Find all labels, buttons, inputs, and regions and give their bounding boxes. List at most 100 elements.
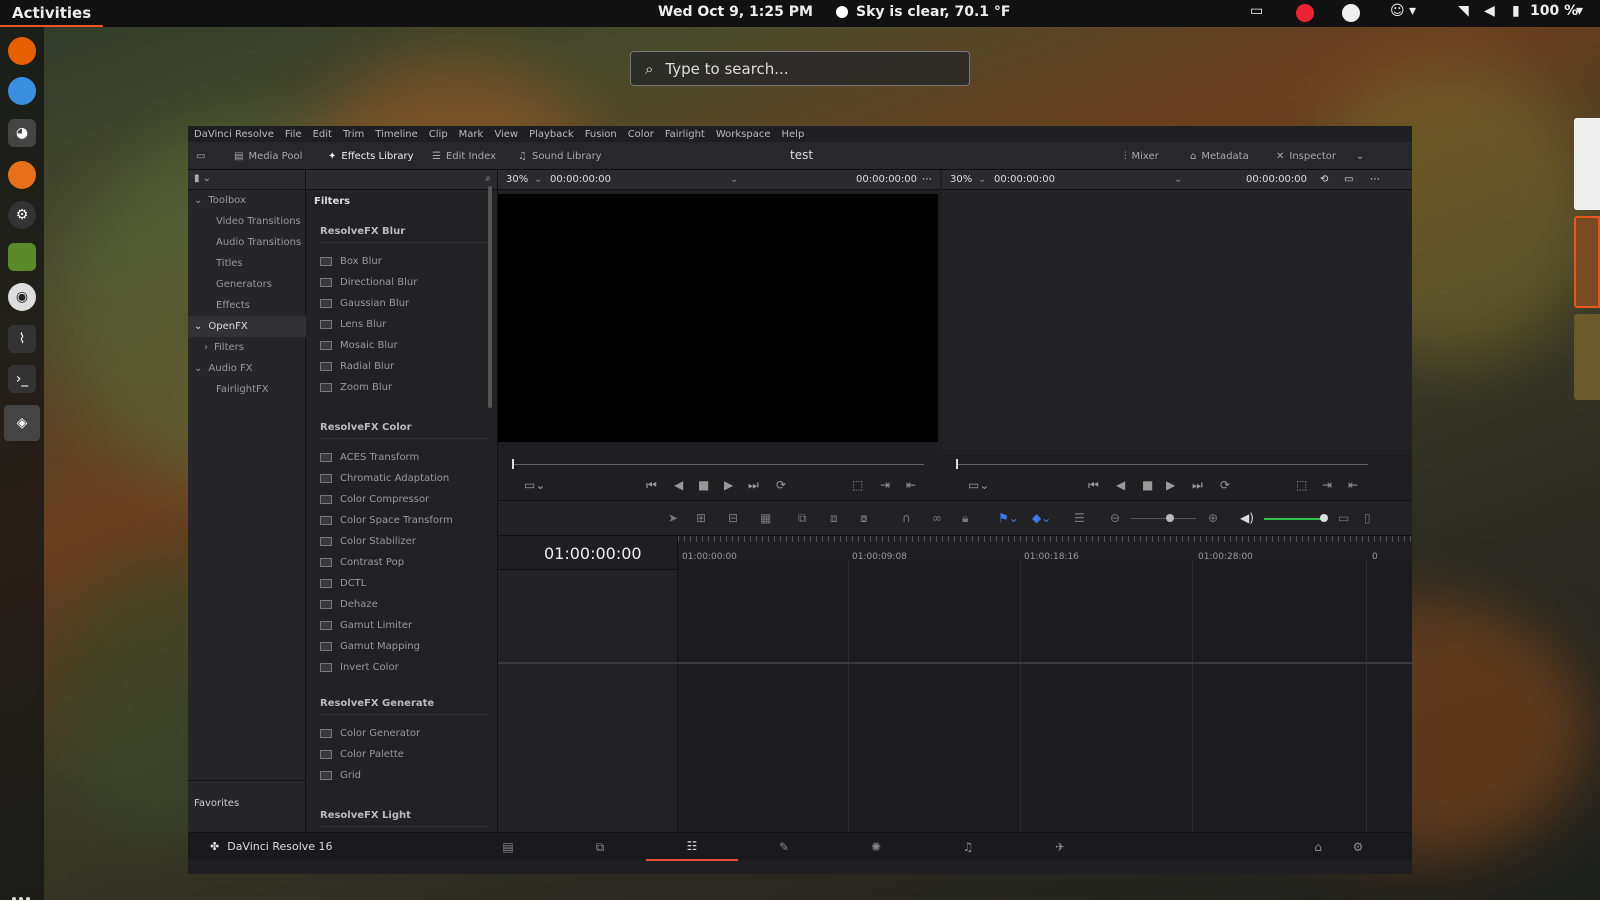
fx-item[interactable]: Invert Color	[320, 657, 488, 677]
metadata-button[interactable]: ⌂ Metadata	[1190, 148, 1249, 164]
fx-item[interactable]: Gamut Mapping	[320, 636, 488, 656]
volume-icon[interactable]: ◀)	[1240, 511, 1254, 525]
clock[interactable]: Wed Oct 9, 1:25 PM	[658, 4, 813, 20]
fx-item[interactable]: Box Blur	[320, 251, 488, 271]
zoom-slider-handle[interactable]	[1166, 514, 1174, 522]
blade-tool-icon[interactable]: ▦	[760, 511, 771, 525]
mark-in-icon[interactable]: ⇥	[1322, 478, 1332, 492]
jump-start-icon[interactable]: ⏮	[646, 478, 657, 493]
tray-record-icon[interactable]	[1296, 4, 1314, 22]
mark-in-icon[interactable]: ⇥	[880, 478, 890, 492]
menu-clip[interactable]: Clip	[429, 129, 448, 140]
tray-m-icon[interactable]	[1342, 4, 1360, 22]
audio-meter-icon[interactable]: ▯	[1364, 511, 1371, 525]
search-box[interactable]: ⌕ Type to search...	[630, 51, 970, 86]
video-audio-divider[interactable]	[498, 662, 1412, 664]
davinci-resolve-icon[interactable]: ◈	[4, 405, 40, 441]
chevron-down-icon[interactable]: ⌄	[1174, 174, 1182, 185]
more-options-icon[interactable]: ⋯	[922, 174, 932, 185]
firefox-icon[interactable]	[8, 37, 36, 65]
menu-help[interactable]: Help	[782, 129, 805, 140]
jump-end-icon[interactable]: ⏭	[748, 478, 759, 493]
snapping-icon[interactable]: ∩	[902, 511, 911, 525]
tab-cut-page[interactable]: ⧉	[554, 833, 646, 861]
media-pool-button[interactable]: ▤ Media Pool	[234, 148, 302, 164]
overwrite-clip-icon[interactable]: ⧈	[830, 511, 838, 526]
gitkraken-icon[interactable]: ◕	[8, 119, 36, 147]
sync-icon[interactable]: ⟲	[1320, 174, 1328, 185]
workspace-thumbnail[interactable]	[1574, 216, 1600, 308]
source-playhead[interactable]	[512, 459, 514, 469]
menu-mark[interactable]: Mark	[459, 129, 484, 140]
fx-item[interactable]: Lens Blur	[320, 314, 488, 334]
inspector-button[interactable]: ✕ Inspector	[1276, 148, 1336, 164]
tab-media-page[interactable]: ▤	[462, 833, 554, 861]
loop-icon[interactable]: ⟳	[1220, 478, 1230, 492]
insert-clip-icon[interactable]: ⧉	[798, 511, 807, 526]
fx-item[interactable]: Directional Blur	[320, 272, 488, 292]
search-input[interactable]: Type to search...	[665, 60, 788, 78]
stop-icon[interactable]: ■	[698, 478, 709, 492]
edit-index-button[interactable]: ☰ Edit Index	[432, 148, 496, 164]
fx-item[interactable]: Color Space Transform	[320, 510, 488, 530]
zoom-in-icon[interactable]: ⊕	[1208, 511, 1218, 525]
more-options-icon[interactable]: ⋯	[1370, 174, 1380, 185]
fx-item[interactable]: Gamut Limiter	[320, 615, 488, 635]
match-frame-icon[interactable]: ⬚	[1296, 478, 1307, 492]
timeline-view-icon[interactable]: ☰	[1074, 511, 1085, 525]
fx-item[interactable]: Contrast Pop	[320, 552, 488, 572]
timeline-playhead[interactable]	[956, 459, 958, 469]
loop-icon[interactable]: ⟳	[776, 478, 786, 492]
flag-icon[interactable]: ⚑⌄	[998, 511, 1019, 525]
tree-item-filters[interactable]: › Filters	[188, 337, 306, 358]
chevron-down-icon[interactable]: ⌄	[534, 174, 542, 185]
mark-out-icon[interactable]: ⇤	[906, 478, 916, 492]
volume-slider-handle[interactable]	[1320, 514, 1328, 522]
selection-tool-icon[interactable]: ➤	[668, 511, 678, 525]
link-icon[interactable]: ∞	[932, 511, 942, 525]
sidebar-toggle-icon[interactable]: ▮ ⌄	[194, 173, 211, 184]
battery-icon[interactable]: ▮	[1512, 3, 1520, 19]
jump-end-icon[interactable]: ⏭	[1192, 478, 1203, 493]
menu-trim[interactable]: Trim	[343, 129, 364, 140]
tree-item-audio-transitions[interactable]: Audio Transitions	[188, 232, 306, 253]
mixer-button[interactable]: ⫶ Mixer	[1124, 148, 1159, 164]
zoom-out-icon[interactable]: ⊖	[1110, 511, 1120, 525]
activities-button[interactable]: Activities	[0, 0, 104, 27]
blender-icon[interactable]	[8, 161, 36, 189]
source-scrub-bar[interactable]	[512, 464, 924, 465]
volume-icon[interactable]: ◀	[1484, 3, 1495, 19]
weather-indicator[interactable]: Sky is clear, 70.1 °F	[836, 4, 1010, 20]
fx-item[interactable]: Grid	[320, 765, 488, 785]
play-reverse-icon[interactable]: ◀	[1116, 478, 1125, 492]
tray-emoji-icon[interactable]: ☺ ▾	[1390, 3, 1416, 19]
source-viewer[interactable]	[498, 194, 938, 442]
timeline-zoom[interactable]: 30%	[950, 174, 972, 185]
mark-out-icon[interactable]: ⇤	[1348, 478, 1358, 492]
wifi-icon[interactable]: ◥	[1458, 3, 1469, 19]
search-icon[interactable]: ⌕	[485, 173, 491, 184]
clip-view-icon[interactable]: ▭⌄	[968, 478, 989, 492]
zoom-slider[interactable]	[1130, 518, 1196, 519]
timeline-viewer[interactable]	[942, 190, 1412, 450]
system-monitor-icon[interactable]: ⌇	[8, 325, 36, 353]
tree-item-effects[interactable]: Effects	[188, 295, 306, 316]
timeline-scrub-bar[interactable]	[956, 464, 1368, 465]
dim-icon[interactable]: ▭	[1338, 511, 1349, 525]
menu-fusion[interactable]: Fusion	[585, 129, 617, 140]
tray-app-icon[interactable]: ▭	[1250, 3, 1263, 19]
tree-item-generators[interactable]: Generators	[188, 274, 306, 295]
play-icon[interactable]: ▶	[1166, 478, 1175, 492]
battery-percent[interactable]: 100 %	[1530, 3, 1578, 19]
marker-icon[interactable]: ◆⌄	[1032, 511, 1051, 525]
fx-item[interactable]: Dehaze	[320, 594, 488, 614]
fx-item[interactable]: Zoom Blur	[320, 377, 488, 397]
play-icon[interactable]: ▶	[724, 478, 733, 492]
steam-icon[interactable]: ⚙	[8, 201, 36, 229]
tab-fusion-page[interactable]: ✎	[738, 833, 830, 861]
tree-item-openfx[interactable]: ⌄ OpenFX	[188, 316, 306, 337]
menu-davinci-resolve[interactable]: DaVinci Resolve	[194, 129, 274, 140]
minecraft-icon[interactable]	[8, 243, 36, 271]
terminal-icon[interactable]: ›_	[8, 365, 36, 393]
effects-library-button[interactable]: ✦ Effects Library	[328, 148, 414, 164]
